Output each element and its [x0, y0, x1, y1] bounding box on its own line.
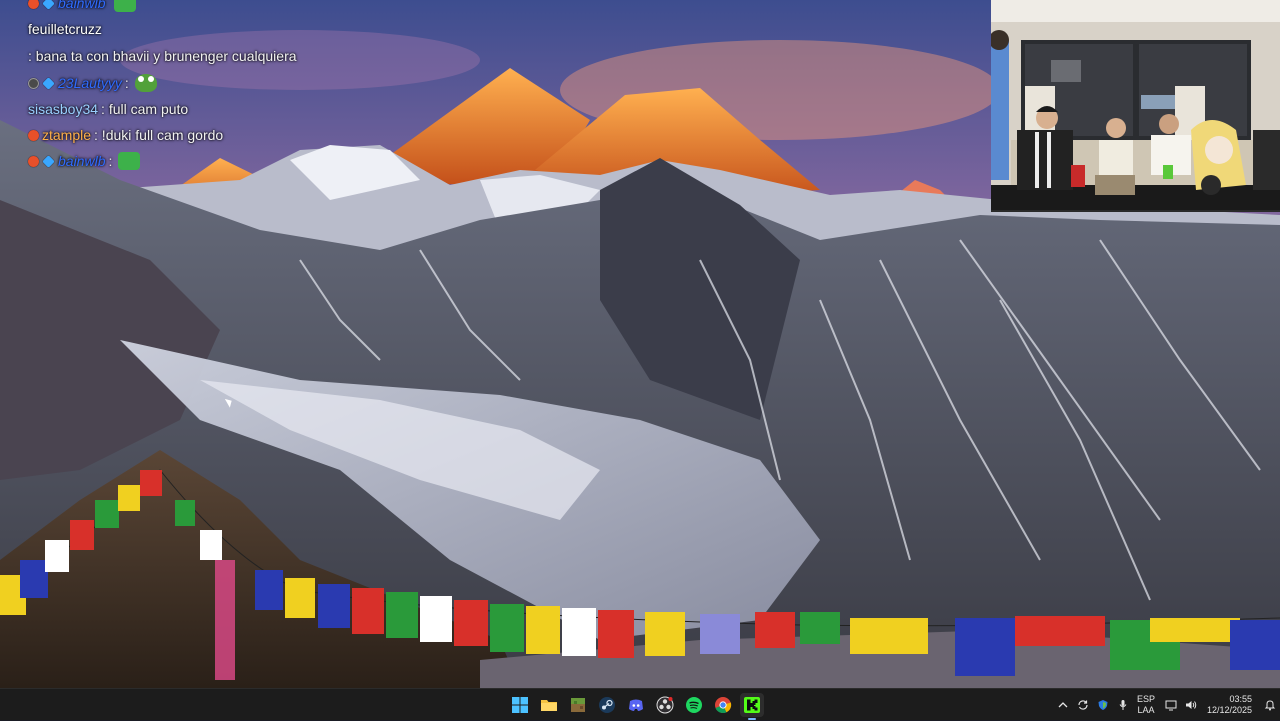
kick-button[interactable]	[740, 693, 764, 720]
shield-icon	[1098, 700, 1108, 710]
chrome-button[interactable]	[711, 693, 735, 717]
clock-date: 12/12/2025	[1206, 705, 1252, 715]
subscriber-badge-icon	[28, 129, 39, 141]
chat-username: ztample	[42, 127, 92, 143]
subscriber-badge-icon	[28, 155, 39, 167]
green-emote-icon	[114, 0, 137, 12]
green-emote-icon	[118, 152, 141, 170]
kick-icon	[744, 697, 760, 713]
notifications-button[interactable]	[1260, 693, 1280, 717]
taskbar-apps	[508, 689, 764, 721]
chat-message: ztample : !duki full cam gordo	[28, 122, 368, 148]
chat-text: :	[124, 75, 129, 91]
windows-start-icon	[512, 697, 528, 713]
minecraft-button[interactable]	[566, 693, 590, 717]
spotify-button[interactable]	[682, 693, 706, 717]
show-hidden-icons-button[interactable]	[1053, 693, 1073, 717]
chat-text: : full cam puto	[101, 101, 189, 117]
webcam-feed-image	[991, 0, 1280, 210]
chat-username: 23Lautyyy	[58, 75, 122, 91]
sync-tray-button[interactable]	[1073, 693, 1093, 717]
chat-username: bainwlb	[58, 153, 106, 169]
chat-text: :	[108, 153, 113, 169]
discord-button[interactable]	[624, 693, 648, 717]
microphone-tray-button[interactable]	[1113, 693, 1133, 717]
chat-message: bainwlb :	[28, 148, 368, 174]
obs-button[interactable]	[653, 693, 677, 717]
file-explorer-icon	[541, 700, 557, 711]
network-monitor-icon	[1165, 700, 1177, 711]
gem-badge-icon	[42, 76, 55, 90]
sync-icon	[1078, 700, 1088, 710]
speaker-icon	[1185, 701, 1197, 709]
chat-username: bainwlb	[58, 0, 106, 11]
chat-message: bainwlb	[28, 0, 368, 16]
webcam-overlay	[991, 0, 1280, 212]
clock-time: 03:55	[1229, 694, 1252, 704]
input-language-indicator[interactable]: ESP LAA	[1137, 694, 1155, 716]
chat-text: : bana ta con bhavii y brunenger cualqui…	[28, 48, 297, 64]
chat-username: feuilletcruzz	[28, 21, 102, 37]
bell-icon	[1264, 700, 1276, 711]
file-explorer-button[interactable]	[537, 693, 561, 717]
discord-icon	[629, 699, 643, 711]
steam-icon	[599, 697, 615, 713]
start-button[interactable]	[508, 693, 532, 717]
microphone-icon	[1119, 700, 1127, 710]
windows-taskbar: ESP LAA 03:55 12/12/2025	[0, 688, 1280, 720]
gem-badge-icon	[42, 0, 55, 10]
chrome-icon	[715, 697, 732, 714]
volume-tray-button[interactable]	[1181, 693, 1201, 717]
frog-emote-icon	[134, 74, 157, 92]
taskbar-clock[interactable]: 03:55 12/12/2025	[1207, 694, 1252, 716]
chat-message: 23Lautyyy :	[28, 70, 368, 96]
chat-text: : !duki full cam gordo	[94, 127, 224, 143]
language-code: ESP	[1136, 694, 1155, 704]
chat-message: sisasboy34 : full cam puto	[28, 96, 368, 122]
skull-badge-icon	[28, 77, 39, 89]
system-tray: ESP LAA 03:55 12/12/2025	[1053, 689, 1280, 721]
security-tray-button[interactable]	[1093, 693, 1113, 717]
subscriber-badge-icon	[28, 0, 39, 9]
minecraft-icon	[571, 698, 585, 712]
steam-button[interactable]	[595, 693, 619, 717]
gem-badge-icon	[42, 154, 55, 168]
network-tray-button[interactable]	[1161, 693, 1181, 717]
chevron-up-icon	[1058, 702, 1068, 708]
stream-chat-overlay: bainwlb feuilletcruzz : bana ta con bhav…	[28, 0, 368, 174]
chat-message: feuilletcruzz : bana ta con bhavii y bru…	[28, 16, 368, 70]
spotify-icon	[686, 697, 702, 713]
chat-username: sisasboy34	[28, 101, 99, 117]
obs-icon	[656, 696, 674, 714]
keyboard-layout: LAA	[1137, 705, 1155, 715]
